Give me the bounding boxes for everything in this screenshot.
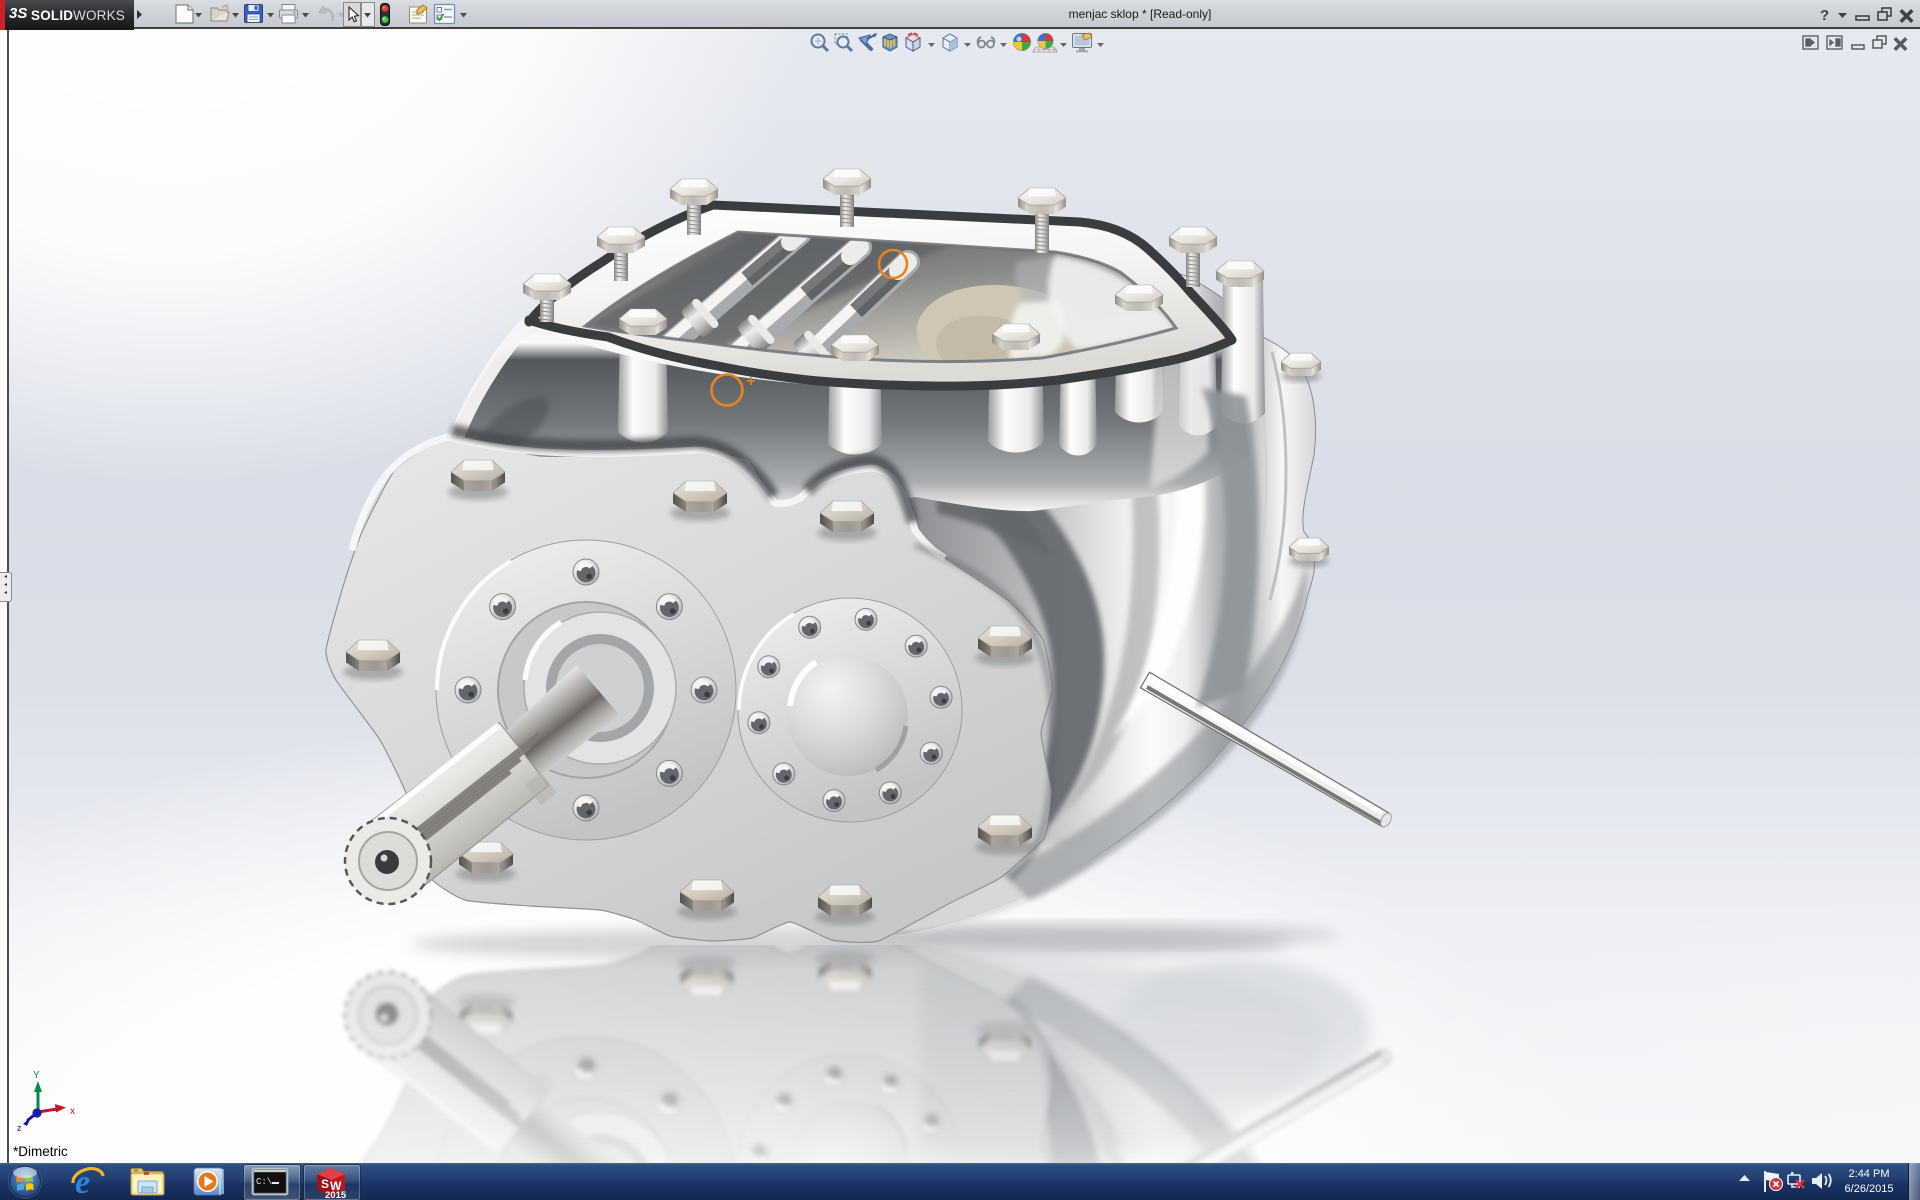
svg-text:2015: 2015 bbox=[325, 1190, 347, 1200]
svg-text:?: ? bbox=[1820, 7, 1829, 24]
svg-text:x: x bbox=[70, 1106, 75, 1117]
svg-text:C:\: C:\ bbox=[256, 1177, 272, 1187]
svg-text:Y: Y bbox=[33, 1070, 40, 1081]
svg-text:z: z bbox=[17, 1123, 22, 1133]
svg-text:S: S bbox=[321, 1177, 329, 1191]
